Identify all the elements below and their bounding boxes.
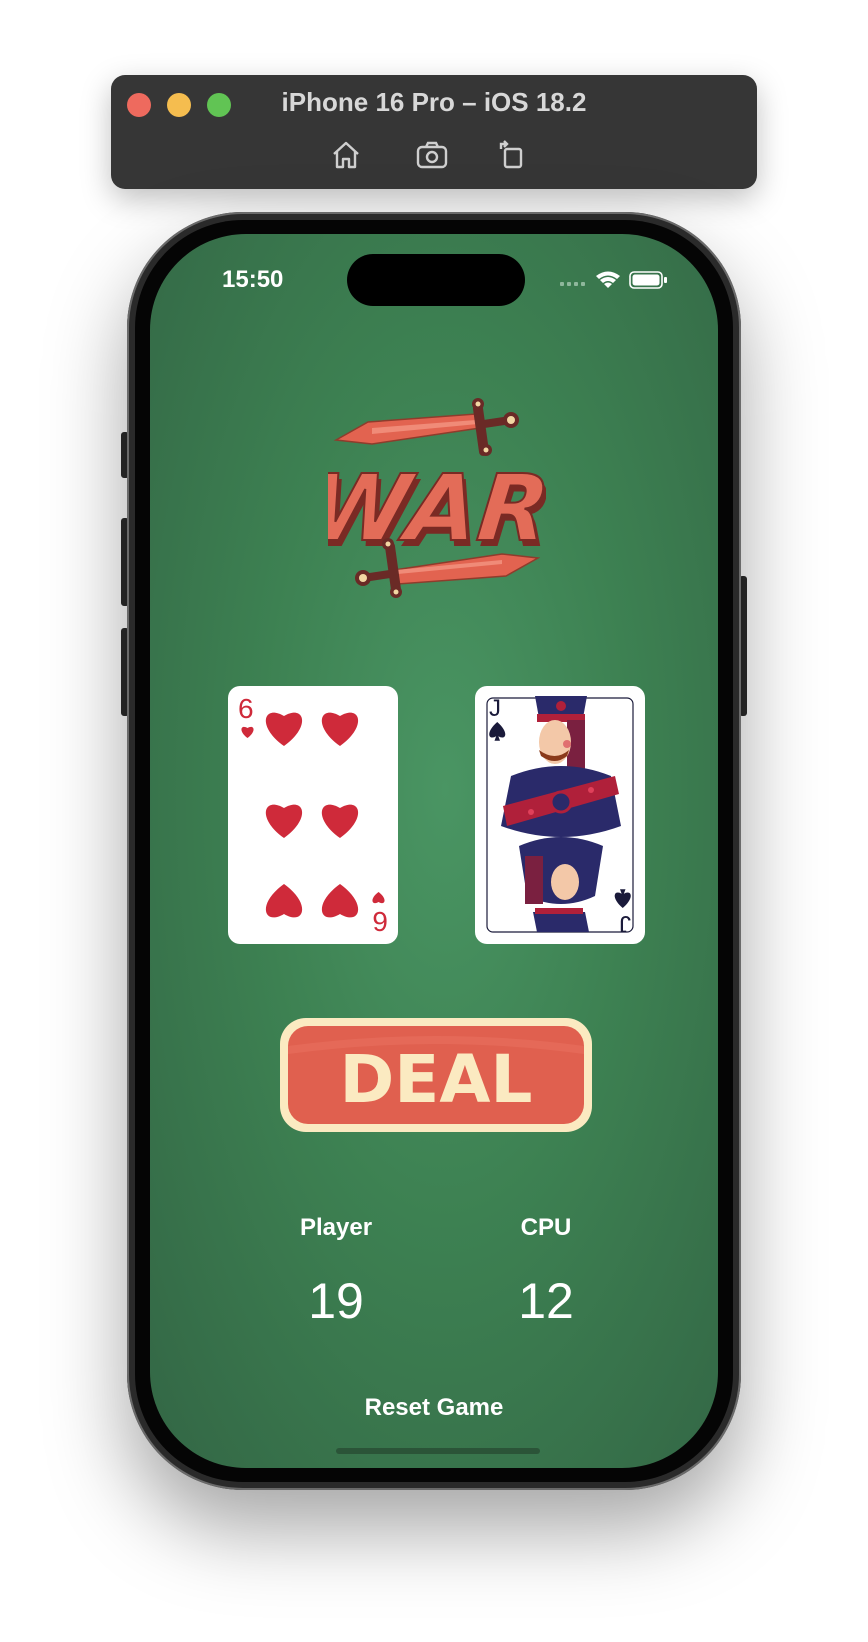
heart-icon xyxy=(321,712,359,746)
status-icons xyxy=(560,268,670,292)
jack-figure xyxy=(501,696,621,932)
simulator-title: iPhone 16 Pro – iOS 18.2 xyxy=(281,87,587,117)
svg-text:J: J xyxy=(619,910,631,937)
deal-button[interactable]: DEAL xyxy=(276,1014,596,1136)
reset-game-button[interactable]: Reset Game xyxy=(334,1394,534,1422)
app-screen: 15:50 WAR WAR 6 6 J J DEAL Player CPU 19… xyxy=(150,234,718,1468)
heart-icon xyxy=(241,726,254,738)
heart-icon xyxy=(265,712,303,746)
heart-icon xyxy=(321,804,359,838)
player-score-label: Player xyxy=(299,1214,373,1241)
heart-icon xyxy=(265,804,303,838)
svg-text:6: 6 xyxy=(372,906,388,937)
wifi-icon xyxy=(596,271,620,288)
war-letters: WAR WAR xyxy=(302,453,558,568)
deal-button-label: DEAL xyxy=(339,1041,532,1118)
heart-icon xyxy=(372,892,385,904)
cpu-score: 12 xyxy=(518,1273,574,1329)
player-score: 19 xyxy=(308,1273,364,1329)
simulator-toolbar: iPhone 16 Pro – iOS 18.2 xyxy=(111,75,757,189)
home-icon[interactable] xyxy=(326,135,366,175)
svg-text:WAR: WAR xyxy=(328,454,546,562)
spade-icon xyxy=(614,889,631,908)
dynamic-island xyxy=(347,254,525,306)
cpu-score-label: CPU xyxy=(520,1214,572,1241)
battery-icon xyxy=(629,271,667,289)
heart-icon xyxy=(265,884,303,918)
card-rank: 6 xyxy=(238,693,254,724)
cellular-icon xyxy=(560,282,585,286)
player-card: 6 6 xyxy=(228,686,398,944)
screenshot-icon[interactable] xyxy=(412,135,452,175)
heart-icon xyxy=(321,884,359,918)
rotate-icon[interactable] xyxy=(491,135,531,175)
cpu-card: J J xyxy=(475,686,645,944)
heart-pips xyxy=(241,712,385,918)
status-time: 15:50 xyxy=(222,266,284,293)
spade-icon xyxy=(489,722,506,741)
top-sword xyxy=(333,398,519,456)
home-indicator xyxy=(336,1448,540,1454)
card-rank: J xyxy=(489,695,501,722)
war-logo: WAR WAR xyxy=(302,384,558,614)
